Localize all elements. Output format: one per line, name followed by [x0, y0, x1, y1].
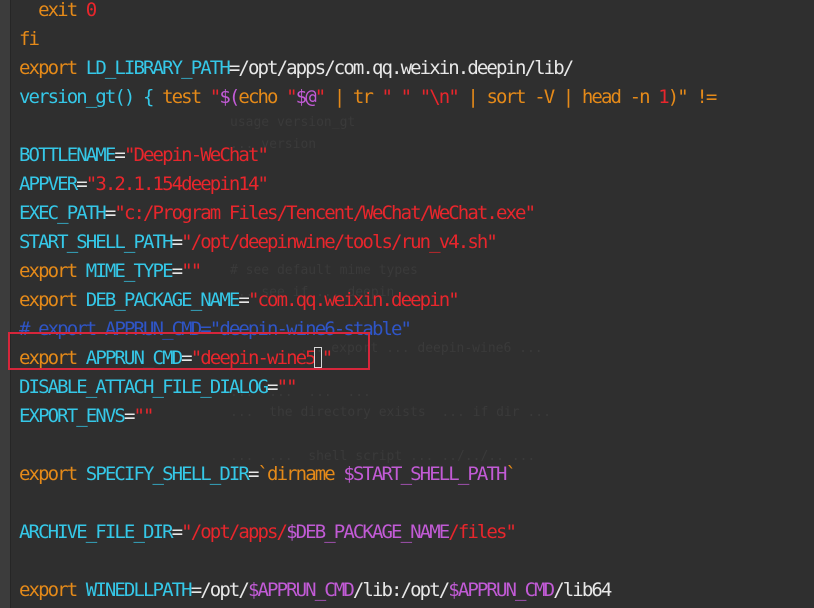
code-token: "com.qq.weixin.deepin" [247, 289, 460, 311]
code-line[interactable]: BOTTLENAME="Deepin-WeChat" [19, 141, 269, 170]
code-token: /lib64 [553, 579, 612, 601]
code-token: sort [486, 86, 535, 108]
ghost-text-line: # see default mime types [230, 263, 418, 278]
code-line[interactable]: EXEC_PATH="c:/Program Files/Tencent/WeCh… [19, 199, 536, 228]
code-token: $APPRUN_CMD [448, 579, 555, 601]
code-token: =/opt/apps/com.qq.weixin.deepin/lib/ [228, 57, 574, 79]
code-token: $APPRUN_CMD [247, 579, 355, 601]
code-line[interactable]: APPVER="3.2.1.154deepin14" [19, 170, 269, 199]
code-token: " " "\n" [381, 86, 460, 108]
code-token: head [581, 86, 630, 108]
code-token: `dirname [257, 463, 344, 485]
code-line[interactable]: version_gt() { test "$(echo "$@" | tr " … [19, 83, 718, 112]
code-line[interactable]: export SPECIFY_SHELL_DIR=`dirname $START… [19, 460, 517, 489]
code-token: test [162, 86, 210, 108]
code-token: 1 [658, 86, 669, 108]
code-token: " [209, 86, 221, 108]
code-token: $DEB_PACKAGE_NAME [286, 521, 450, 543]
code-token: ` [505, 463, 517, 485]
code-token: = [171, 521, 183, 543]
code-token: | [553, 86, 582, 108]
code-token: $START_SHELL_PATH [343, 463, 507, 485]
code-token: "/opt/deepinwine/tools/run_v4.sh" [181, 231, 498, 253]
code-token: = [171, 231, 183, 253]
code-token: DEB_PACKAGE_NAME [85, 289, 241, 311]
code-token: export [19, 57, 86, 79]
code-token: -V [534, 86, 555, 108]
code-token: version_gt [19, 86, 116, 108]
code-token: -n [629, 86, 659, 108]
code-token: = [181, 347, 192, 369]
ghost-text-line: ... the directory exists ... if dir ... [230, 405, 551, 420]
code-token: "Deepin-WeChat" [123, 144, 269, 166]
code-token: # export APPRUN_CMD="deepin-wine6-stable… [19, 318, 412, 340]
code-token: exit [19, 0, 86, 21]
code-line[interactable]: DISABLE_ATTACH_FILE_DIALOG="" [19, 373, 298, 402]
code-token: APPRUN_CMD [85, 347, 183, 369]
code-line[interactable]: export MIME_TYPE="" [19, 257, 202, 286]
code-token: DISABLE_ATTACH_FILE_DIALOG [19, 376, 269, 398]
code-token: "/opt/apps/ [181, 521, 288, 543]
code-token: echo [238, 86, 287, 108]
text-cursor [313, 347, 322, 368]
code-token: EXPORT_ENVS [19, 405, 126, 427]
code-token: "" [276, 376, 298, 398]
code-token: BOTTLENAME [19, 144, 116, 166]
code-token: SPECIFY_SHELL_DIR [85, 463, 250, 485]
code-token: | [457, 86, 487, 108]
code-token: = [171, 260, 183, 282]
code-token: WINEDLLPATH [85, 579, 193, 601]
code-line[interactable]: exit 0 [19, 0, 97, 25]
code-line[interactable]: export WINEDLLPATH=/opt/$APPRUN_CMD/lib:… [19, 576, 612, 605]
code-token: " [314, 86, 326, 108]
code-token: = [114, 144, 125, 166]
code-line[interactable]: export APPRUN_CMD="deepin-wine5 " [19, 344, 333, 373]
code-token: = [238, 289, 249, 311]
code-token: LD_LIBRARY_PATH [85, 57, 231, 79]
ghost-text-line: usage version_gt [230, 115, 356, 130]
code-token: export [19, 289, 86, 311]
code-token: "c:/Program Files/Tencent/WeChat/WeChat.… [114, 202, 536, 224]
code-token: = [76, 173, 87, 195]
code-token: $( [219, 86, 240, 108]
code-token: = [247, 463, 259, 485]
code-token: =/opt/ [190, 579, 250, 601]
code-line[interactable]: ARCHIVE_FILE_DIR="/opt/apps/$DEB_PACKAGE… [19, 518, 517, 547]
code-token: START_SHELL_PATH [19, 231, 174, 253]
code-token: EXEC_PATH [19, 202, 107, 224]
code-token: tr [352, 86, 382, 108]
code-token: = [104, 202, 116, 224]
code-token: /files" [448, 521, 517, 543]
code-token: "" [181, 260, 202, 282]
code-token: | [324, 86, 353, 108]
code-line[interactable]: fi [19, 25, 40, 54]
code-token: )" != [667, 86, 718, 108]
code-token: MIME_TYPE [85, 260, 174, 282]
code-line[interactable]: EXPORT_ENVS="" [19, 402, 154, 431]
code-token: = [267, 376, 278, 398]
code-token: export [19, 260, 86, 282]
code-line[interactable]: export DEB_PACKAGE_NAME="com.qq.weixin.d… [19, 286, 460, 315]
code-token: 0 [85, 0, 97, 21]
code-token: " [321, 347, 333, 369]
code-token: export [19, 347, 86, 369]
code-token: () { [114, 86, 163, 108]
code-editor[interactable]: usage version_gt... version # see default… [0, 0, 814, 608]
code-line[interactable]: export LD_LIBRARY_PATH=/opt/apps/com.qq.… [19, 54, 574, 83]
code-line[interactable]: # export APPRUN_CMD="deepin-wine6-stable… [19, 315, 412, 344]
code-token: ARCHIVE_FILE_DIR [19, 521, 174, 543]
code-token: APPVER [19, 173, 78, 195]
code-token: export [19, 579, 86, 601]
code-token: " [286, 86, 297, 108]
code-token: "3.2.1.154deepin14" [85, 173, 269, 195]
code-token: "" [133, 405, 154, 427]
code-token: fi [19, 28, 40, 50]
code-line[interactable]: START_SHELL_PATH="/opt/deepinwine/tools/… [19, 228, 498, 257]
code-token: $@ [295, 86, 317, 108]
editor-gutter [0, 0, 11, 608]
code-token: "deepin-wine5 [190, 347, 317, 369]
code-token: export [19, 463, 86, 485]
code-token: /lib:/opt/ [352, 579, 450, 601]
